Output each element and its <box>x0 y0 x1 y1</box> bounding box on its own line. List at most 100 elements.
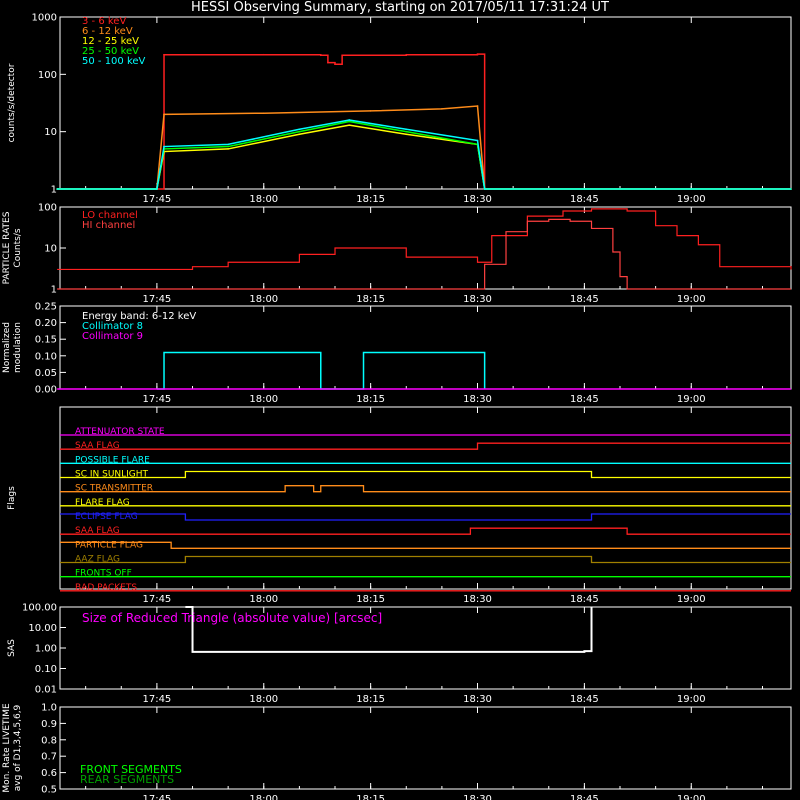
x-tick-label: 18:15 <box>356 794 385 800</box>
y-tick-label: 10 <box>44 127 57 138</box>
x-tick-label: 18:45 <box>570 194 599 205</box>
y-tick-label: 1000 <box>32 13 57 24</box>
x-tick-label: 18:30 <box>463 194 492 205</box>
data-point <box>334 63 336 66</box>
sas-title: Size of Reduced Triangle (absolute value… <box>82 611 382 625</box>
y-tick-label: 0.15 <box>35 335 57 346</box>
data-point <box>262 112 265 114</box>
y-axis-label: counts/s/detector <box>7 63 17 142</box>
data-point <box>483 188 486 190</box>
x-tick-label: 19:00 <box>677 694 706 705</box>
data-point <box>262 53 265 56</box>
data-point <box>163 53 165 56</box>
data-point <box>341 54 343 57</box>
legend-entry: Collimator 9 <box>82 331 143 342</box>
series-line-6-12keV <box>57 105 791 190</box>
x-tick-label: 18:15 <box>356 294 385 305</box>
x-tick-label: 17:45 <box>142 294 171 305</box>
data-point <box>348 124 351 126</box>
data-point <box>298 133 301 136</box>
y-tick-label: 100.00 <box>22 603 57 614</box>
panel-frame-3 <box>59 406 792 590</box>
series-line-50-100keV <box>57 119 791 190</box>
x-tick-label: 17:45 <box>142 694 171 705</box>
y-tick-label: 1.00 <box>35 644 57 655</box>
flag-line-particle-flag <box>60 541 791 549</box>
flag-line-saa-flag <box>60 527 791 535</box>
x-tick-label: 18:45 <box>570 294 599 305</box>
x-tick-label: 18:00 <box>249 694 278 705</box>
y-tick-label: 0.9 <box>41 719 57 730</box>
panel-frame-0 <box>59 16 792 190</box>
data-point <box>405 133 408 136</box>
y-tick-label: 10.00 <box>28 623 57 634</box>
x-tick-label: 17:45 <box>142 394 171 405</box>
x-tick-label: 18:15 <box>356 394 385 405</box>
x-tick-label: 17:45 <box>142 794 171 800</box>
data-point <box>298 130 301 133</box>
y-tick-label: 0.20 <box>35 318 57 329</box>
series-line-HIchannel <box>57 218 791 290</box>
x-tick-label: 18:00 <box>249 294 278 305</box>
energy-band-annotation: Energy band: 6-12 keV <box>82 311 196 322</box>
x-tick-label: 18:45 <box>570 694 599 705</box>
x-tick-label: 18:15 <box>356 694 385 705</box>
data-point <box>369 110 372 112</box>
legend-entry: HI channel <box>82 220 135 231</box>
x-tick-label: 18:30 <box>463 294 492 305</box>
y-tick-label: 1 <box>51 285 57 296</box>
y-tick-label: 0.5 <box>41 785 57 796</box>
flag-line-sc-in-sunlight <box>60 470 791 479</box>
data-point <box>348 119 351 121</box>
legend-entry: 50 - 100 keV <box>82 56 146 67</box>
x-tick-label: 18:00 <box>249 394 278 405</box>
x-tick-label: 18:30 <box>463 794 492 800</box>
data-point <box>227 145 229 148</box>
x-tick-label: 18:15 <box>356 194 385 205</box>
y-tick-label: 0.10 <box>35 664 57 675</box>
y-tick-label: 0.01 <box>35 685 57 696</box>
x-tick-label: 18:45 <box>570 594 599 605</box>
series-line-3-6keV <box>57 53 791 190</box>
data-point <box>476 105 479 107</box>
y-axis-label: Flags <box>7 486 17 510</box>
x-tick-label: 18:30 <box>463 594 492 605</box>
x-tick-label: 19:00 <box>677 594 706 605</box>
y-tick-label: 0.25 <box>35 302 57 313</box>
legend-entry: REAR SEGMENTS <box>80 773 174 786</box>
x-tick-label: 18:30 <box>463 394 492 405</box>
y-tick-label: 10 <box>44 244 57 255</box>
flag-line-aaz-flag <box>60 555 791 564</box>
data-point <box>327 61 329 64</box>
x-tick-label: 18:45 <box>570 794 599 800</box>
y-tick-label: 100 <box>38 70 57 81</box>
series-line-Collimator8 <box>156 351 486 390</box>
x-tick-label: 18:00 <box>249 194 278 205</box>
y-axis-label: avg of D1,3,4,5,6,9 <box>13 704 23 791</box>
data-point <box>319 54 322 57</box>
data-point <box>56 188 58 190</box>
y-axis-label: Normalized <box>2 322 12 373</box>
y-axis-label: Mon. Rate LIVETIME <box>2 703 12 793</box>
data-point <box>163 145 165 148</box>
y-tick-label: 0.8 <box>41 735 57 746</box>
y-tick-label: 0.00 <box>35 385 57 396</box>
y-tick-label: 0.6 <box>41 768 57 779</box>
y-tick-label: 1 <box>51 185 57 196</box>
flag-line-eclipse-flag <box>60 513 791 521</box>
data-point <box>790 188 792 190</box>
x-tick-label: 18:30 <box>463 694 492 705</box>
x-tick-label: 17:45 <box>142 594 171 605</box>
y-tick-label: 0.05 <box>35 368 57 379</box>
data-point <box>227 143 229 146</box>
data-point <box>405 130 408 133</box>
y-axis-label: Counts/s <box>13 228 23 267</box>
panel-frame-1 <box>59 206 792 290</box>
data-point <box>156 188 158 190</box>
x-tick-label: 19:00 <box>677 194 706 205</box>
data-point <box>348 120 351 123</box>
y-tick-label: 0.7 <box>41 752 57 763</box>
y-axis-label: PARTICLE RATES <box>2 211 12 284</box>
x-tick-label: 19:00 <box>677 794 706 800</box>
data-point <box>441 108 443 110</box>
